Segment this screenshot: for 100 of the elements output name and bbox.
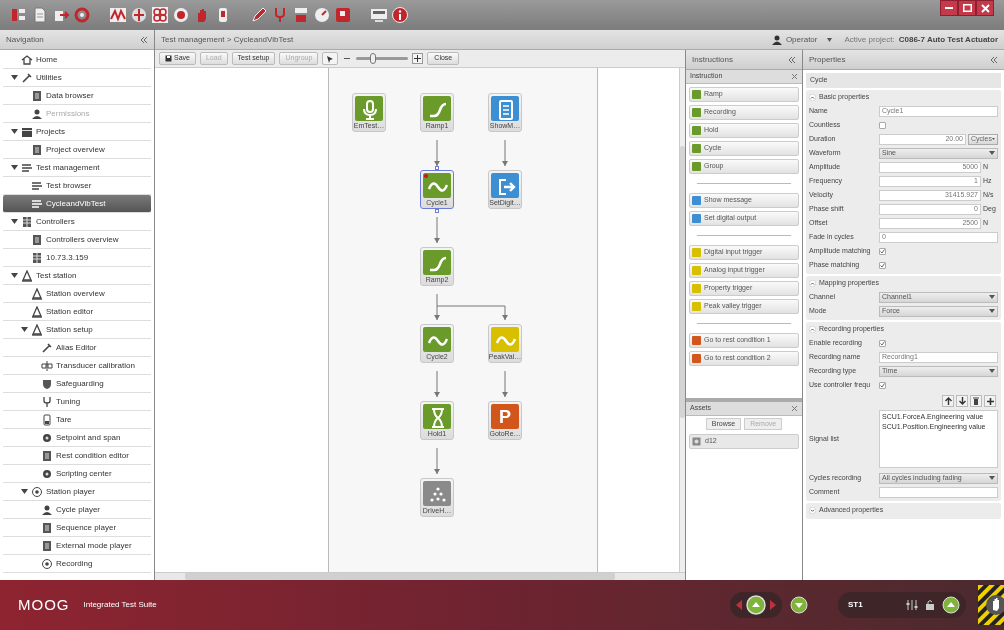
panel-title: Navigation [6,33,44,46]
list-icon [31,179,43,192]
wave-icon[interactable] [109,6,127,24]
document-icon [41,449,53,462]
station-name: ST1 [848,599,864,611]
emergency-stop-icon[interactable] [978,585,1004,625]
collapse-icon[interactable] [788,55,796,64]
nav-item[interactable]: Projects [3,123,151,141]
connector-arrow [434,447,440,475]
up-button-icon[interactable] [746,595,766,615]
square-icon[interactable] [334,6,352,24]
right-arrow-icon[interactable] [770,600,776,610]
person-icon [41,503,53,516]
nav-item[interactable]: 10.73.3.159 [3,249,151,267]
selection-handle[interactable] [435,209,439,213]
minimize-button[interactable] [940,0,958,16]
nav-item[interactable]: Station overview [3,285,151,303]
checkbox[interactable] [879,261,886,269]
shield-icon [41,377,53,390]
cup-icon[interactable] [292,6,310,24]
nav-item[interactable]: Controllers overview [3,231,151,249]
nav-item[interactable]: Station editor [3,303,151,321]
expander-icon[interactable] [11,128,18,135]
nav-item[interactable]: Data browser [3,87,151,105]
expander-icon[interactable] [21,488,28,495]
slider-thumb[interactable] [370,53,377,64]
expander-icon[interactable] [11,272,18,279]
gear-icon [41,467,53,480]
collapse-icon[interactable] [140,35,148,44]
scale-icon [41,359,53,372]
collapse-icon[interactable] [990,55,998,64]
document-icon [31,143,43,156]
wrench-icon [21,71,33,84]
checkbox[interactable] [879,247,886,255]
nav-item[interactable]: Project overview [3,141,151,159]
user-dropdown[interactable]: Operator [785,33,833,46]
nav-item[interactable]: Test management [3,159,151,177]
expander-icon[interactable] [11,218,18,225]
station-icon [31,323,43,336]
connector-arrow [434,370,440,398]
nav-item[interactable]: Safeguarding [3,375,151,393]
nav-item[interactable]: Home [3,51,151,69]
nav-item[interactable]: Tuning [3,393,151,411]
project-label: Active project: [844,33,895,46]
person-icon [31,107,43,120]
expander-icon[interactable] [21,326,28,333]
expander-icon[interactable] [11,164,18,171]
nav-item[interactable]: External mode player [3,537,151,555]
checkbox[interactable] [879,339,886,347]
grid-icon [31,251,43,264]
checkbox[interactable] [879,121,886,129]
info-icon[interactable] [391,6,409,24]
checkbox[interactable] [879,381,886,389]
nav-item[interactable]: Alias Editor [3,339,151,357]
scrollbar-thumb[interactable] [680,146,685,418]
document-icon [31,233,43,246]
nav-item[interactable]: Scripting center [3,465,151,483]
nav-item[interactable]: Station player [3,483,151,501]
nav-item[interactable]: Tare [3,411,151,429]
nav-item[interactable]: Recording [3,555,151,573]
expander-icon[interactable] [11,74,18,81]
text-field[interactable] [879,486,998,498]
nav-item[interactable]: Utilities [3,69,151,87]
nav-item[interactable]: Cycle player [3,501,151,519]
restore-icon[interactable] [962,4,972,12]
nav-item[interactable]: Setpoint and span [3,429,151,447]
selection-handle[interactable] [435,166,439,170]
nav-item[interactable]: Rest condition editor [3,447,151,465]
nav-item[interactable]: Station setup [3,321,151,339]
scrollbar-thumb[interactable] [185,573,615,580]
gear-icon [41,431,53,444]
pointer-icon[interactable] [326,54,335,63]
circle-dot-icon [41,557,53,570]
gauge-icon[interactable] [313,6,331,24]
left-arrow-icon[interactable] [736,600,742,610]
nav-item[interactable]: CycleandVibTest [3,195,151,213]
nav-item[interactable]: Controllers [3,213,151,231]
restore-button[interactable] [958,0,976,16]
monitor-icon[interactable] [370,6,388,24]
document-icon [31,89,43,102]
nav-item[interactable]: Transducer calibration [3,357,151,375]
grid-icon[interactable] [151,6,169,24]
nav-item[interactable]: Test station [3,267,151,285]
target-icon[interactable] [172,6,190,24]
down-button-icon[interactable] [790,596,808,614]
circle-dot-icon [31,485,43,498]
pen-icon[interactable] [250,6,268,24]
padlock-icon[interactable] [926,600,934,610]
close-icon[interactable] [791,73,798,80]
nav-item[interactable]: Sequence player [3,519,151,537]
close-button[interactable] [976,0,994,16]
gear-icon[interactable] [73,6,91,24]
up-button-icon[interactable] [942,596,960,614]
pointer-tool-button[interactable] [322,52,339,65]
document-icon[interactable] [31,6,49,24]
tree-icon[interactable] [10,6,28,24]
close-icon[interactable] [791,405,798,412]
sliders-icon[interactable] [906,600,918,610]
floppy-icon [165,55,172,62]
expand-icon[interactable] [809,506,816,514]
